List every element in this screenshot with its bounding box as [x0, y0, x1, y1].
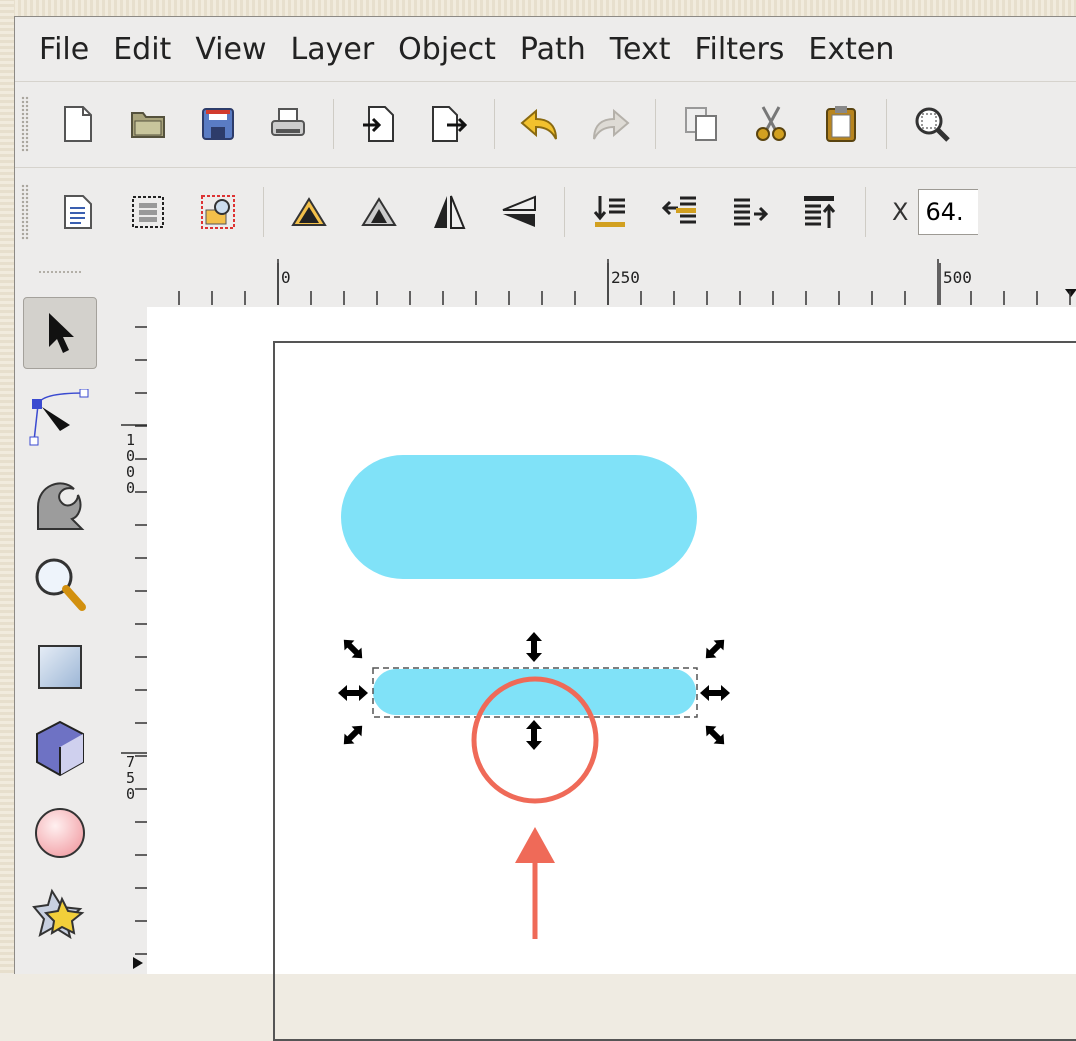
lower-to-bottom-icon[interactable] [585, 187, 635, 237]
select-all-icon[interactable] [123, 187, 173, 237]
ruler-label-750: 750 [126, 753, 135, 803]
x-coordinate-label: X [892, 198, 909, 226]
rotate-ccw-icon[interactable] [284, 187, 334, 237]
menu-bar: File Edit View Layer Object Path Text Fi… [15, 17, 1076, 81]
paste-icon[interactable] [816, 99, 866, 149]
scale-handle-top[interactable] [526, 632, 542, 662]
export-icon[interactable] [424, 99, 474, 149]
scale-handle-left[interactable] [338, 685, 368, 701]
star-tool[interactable] [23, 877, 97, 949]
toolbar-separator [333, 99, 334, 149]
node-editor-icon [29, 389, 89, 446]
circle-icon [35, 808, 85, 858]
commands-toolbar [15, 81, 1076, 166]
lower-icon[interactable] [655, 187, 705, 237]
box3d-tool[interactable] [23, 713, 97, 785]
ruler-label-0: 0 [281, 268, 291, 287]
toolbar-grip[interactable] [21, 96, 29, 152]
rounded-rect-selected[interactable] [373, 669, 696, 715]
toolbar-separator [865, 187, 866, 237]
flip-horizontal-icon[interactable] [424, 187, 474, 237]
x-coordinate-input[interactable] [918, 189, 979, 235]
menu-path[interactable]: Path [520, 32, 586, 67]
menu-view[interactable]: View [195, 32, 266, 67]
scale-handle-bottom-right[interactable] [701, 721, 729, 749]
ruler-label-500: 500 [943, 268, 972, 287]
magnifier-icon [35, 558, 86, 611]
menu-text[interactable]: Text [610, 32, 671, 67]
vertical-ruler[interactable]: 1000 750 [121, 305, 147, 974]
flip-vertical-icon[interactable] [494, 187, 544, 237]
print-icon[interactable] [263, 99, 313, 149]
outer-frame-left [0, 0, 14, 973]
menu-extensions[interactable]: Exten [808, 32, 894, 67]
toolbar-separator [494, 99, 495, 149]
tool-palette [15, 297, 111, 974]
outer-frame-top [0, 0, 1076, 16]
raise-to-top-icon[interactable] [795, 187, 845, 237]
toolbar-separator [886, 99, 887, 149]
rotate-cw-icon[interactable] [354, 187, 404, 237]
tweak-wave-icon [37, 482, 85, 530]
ruler-label-250: 250 [611, 268, 640, 287]
selector-tool[interactable] [23, 297, 97, 369]
document-properties-icon[interactable] [53, 187, 103, 237]
selector-toolbar: X [15, 167, 1076, 256]
node-tool[interactable] [23, 385, 97, 457]
arrow-cursor-icon [49, 313, 74, 353]
horizontal-ruler[interactable]: 0 250 500 [121, 257, 1076, 305]
zoom-icon[interactable] [907, 99, 957, 149]
import-icon[interactable] [354, 99, 404, 149]
select-in-all-layers-icon[interactable] [193, 187, 243, 237]
open-folder-icon[interactable] [123, 99, 173, 149]
zoom-tool[interactable] [23, 549, 97, 621]
scale-handle-top-right[interactable] [701, 635, 729, 663]
menu-filters[interactable]: Filters [694, 32, 784, 67]
annotation-arrowhead [515, 827, 555, 863]
scale-handle-bottom[interactable] [526, 720, 542, 750]
cut-icon[interactable] [746, 99, 796, 149]
ruler-pointer-icon [133, 957, 143, 969]
scale-handle-right[interactable] [700, 685, 730, 701]
toolbar-separator [564, 187, 565, 237]
menu-object[interactable]: Object [398, 32, 496, 67]
menu-edit[interactable]: Edit [113, 32, 171, 67]
star-icon [32, 888, 85, 940]
toolbar-separator [655, 99, 656, 149]
raise-icon[interactable] [725, 187, 775, 237]
save-icon[interactable] [193, 99, 243, 149]
redo-icon[interactable] [585, 99, 635, 149]
rectangle-icon [38, 645, 82, 689]
ellipse-tool[interactable] [23, 797, 97, 869]
undo-icon[interactable] [515, 99, 565, 149]
duplicate-icon[interactable] [676, 99, 726, 149]
ruler-label-1000: 1000 [126, 431, 135, 497]
rectangle-tool[interactable] [23, 631, 97, 703]
tweak-tool[interactable] [23, 467, 97, 539]
rounded-rect-large[interactable] [341, 455, 697, 579]
menu-file[interactable]: File [39, 32, 89, 67]
toolbar-separator [263, 187, 264, 237]
drawing-canvas[interactable] [147, 307, 1076, 1041]
scale-handle-bottom-left[interactable] [339, 721, 367, 749]
toolbar-grip[interactable] [21, 184, 29, 240]
3d-box-icon [36, 720, 84, 777]
new-document-icon[interactable] [53, 99, 103, 149]
inkscape-window: File Edit View Layer Object Path Text Fi… [14, 16, 1076, 1041]
menu-layer[interactable]: Layer [291, 32, 375, 67]
scale-handle-top-left[interactable] [339, 635, 367, 663]
